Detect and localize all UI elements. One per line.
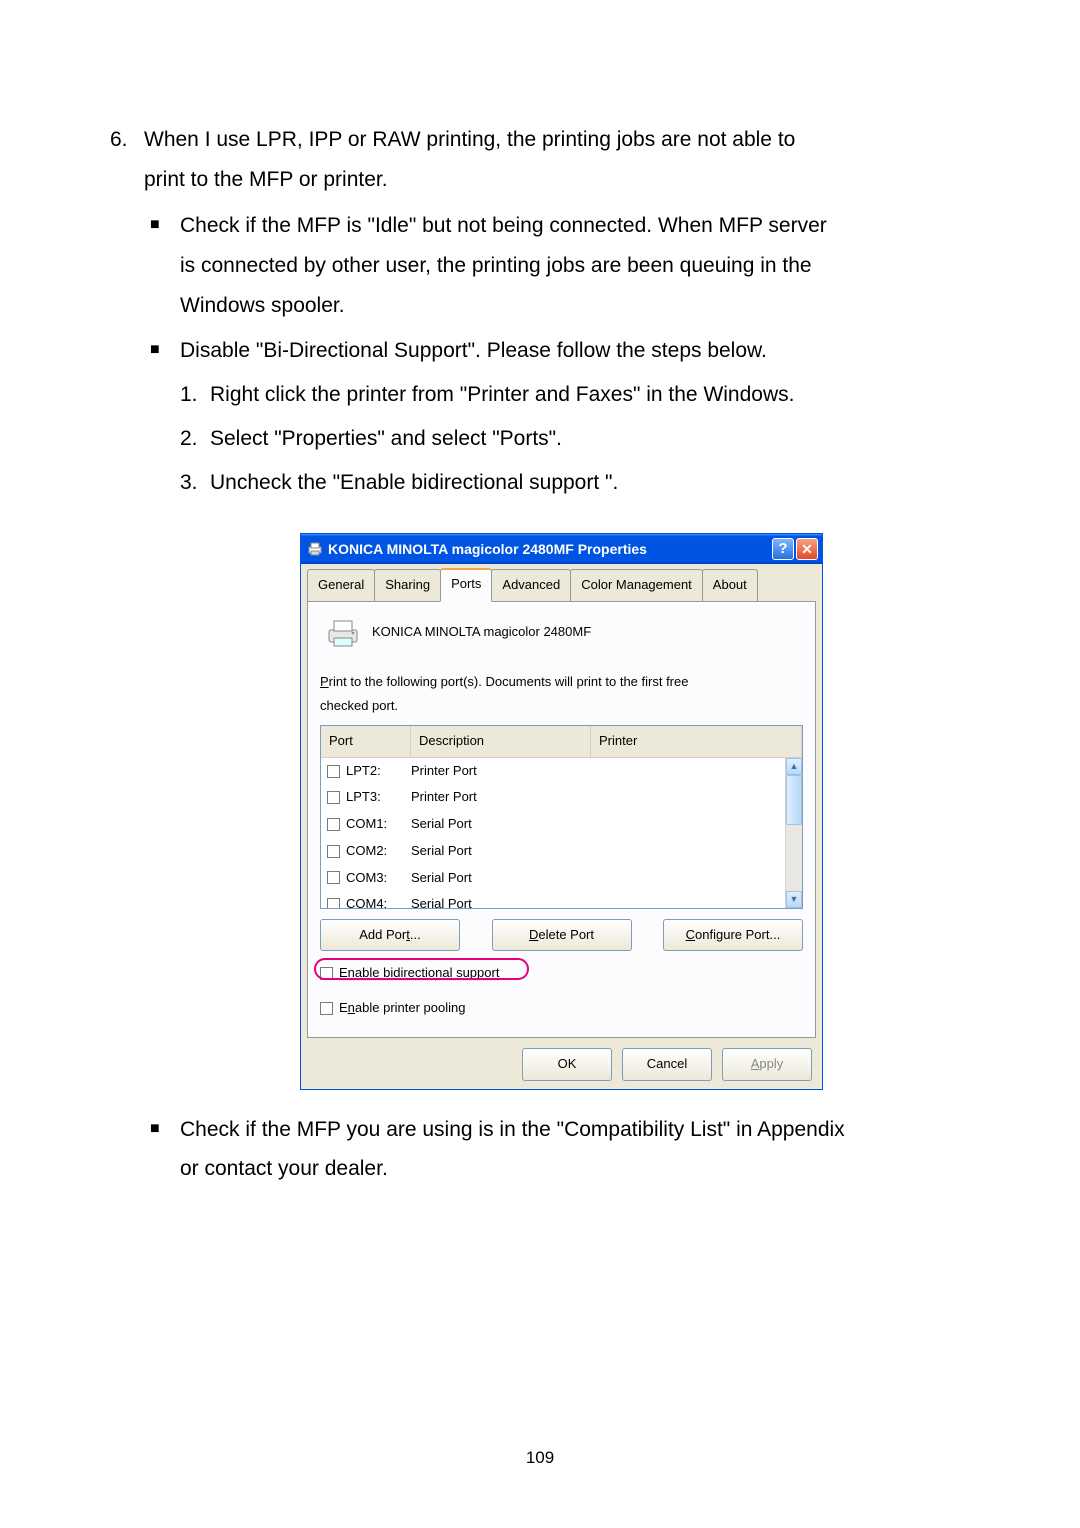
port-row[interactable]: LPT2:Printer Port: [321, 758, 802, 785]
square-bullet-icon: ■: [150, 1110, 180, 1190]
bullet1-l1: Check if the MFP is "Idle" but not being…: [180, 206, 827, 246]
step1: Right click the printer from "Printer an…: [210, 383, 794, 406]
checkbox-icon[interactable]: [327, 845, 340, 858]
tab-strip: General Sharing Ports Advanced Color Man…: [307, 569, 816, 602]
tab-about[interactable]: About: [702, 569, 758, 602]
printer-icon: [326, 618, 360, 648]
tab-advanced[interactable]: Advanced: [491, 569, 571, 602]
tab-sharing[interactable]: Sharing: [374, 569, 441, 602]
tab-panel-ports: KONICA MINOLTA magicolor 2480MF Print to…: [307, 601, 816, 1038]
close-button[interactable]: ✕: [796, 538, 818, 560]
col-port[interactable]: Port: [321, 726, 411, 757]
apply-button[interactable]: Apply: [722, 1048, 812, 1081]
checkbox-icon[interactable]: [327, 898, 340, 908]
scroll-down-icon[interactable]: ▼: [786, 891, 802, 908]
step1-num: 1.: [180, 375, 210, 415]
page-number: 109: [0, 1448, 1080, 1468]
ok-button[interactable]: OK: [522, 1048, 612, 1081]
checkbox-icon[interactable]: [327, 765, 340, 778]
checkbox-icon[interactable]: [327, 818, 340, 831]
question-text-l2: print to the MFP or printer.: [144, 160, 970, 200]
port-row[interactable]: COM2:Serial Port: [321, 838, 802, 865]
port-list: Port Description Printer LPT2:Printer Po…: [320, 725, 803, 909]
step3: Uncheck the "Enable bidirectional suppor…: [210, 471, 618, 494]
square-bullet-icon: ■: [150, 206, 180, 326]
bullet2: Disable "Bi-Directional Support". Please…: [180, 331, 767, 371]
printer-name-label: KONICA MINOLTA magicolor 2480MF: [372, 620, 591, 645]
bullet3-l2: or contact your dealer.: [180, 1149, 845, 1189]
enable-printer-pooling-checkbox-row[interactable]: Enable printer pooling: [320, 996, 803, 1021]
scroll-thumb[interactable]: [786, 775, 802, 825]
step2: Select "Properties" and select "Ports".: [210, 427, 562, 450]
tab-general[interactable]: General: [307, 569, 375, 602]
checkbox-icon[interactable]: [320, 1002, 333, 1015]
tab-color-management[interactable]: Color Management: [570, 569, 703, 602]
scrollbar[interactable]: ▲ ▼: [785, 758, 802, 908]
delete-port-button[interactable]: Delete Port: [492, 919, 632, 952]
bullet1-l3: Windows spooler.: [180, 286, 827, 326]
checkbox-icon[interactable]: [327, 871, 340, 884]
checkbox-icon[interactable]: [320, 967, 333, 980]
printer-app-icon: [307, 541, 323, 557]
bullet1-l2: is connected by other user, the printing…: [180, 246, 827, 286]
bullet3-l1: Check if the MFP you are using is in the…: [180, 1110, 845, 1150]
help-button[interactable]: ?: [772, 538, 794, 560]
dialog-title: KONICA MINOLTA magicolor 2480MF Properti…: [328, 536, 772, 563]
step3-num: 3.: [180, 463, 210, 503]
port-row[interactable]: COM1:Serial Port: [321, 811, 802, 838]
question-number: 6.: [110, 120, 144, 160]
checkbox-icon[interactable]: [327, 791, 340, 804]
square-bullet-icon: ■: [150, 331, 180, 371]
port-row[interactable]: LPT3:Printer Port: [321, 784, 802, 811]
step2-num: 2.: [180, 419, 210, 459]
cancel-button[interactable]: Cancel: [622, 1048, 712, 1081]
port-row[interactable]: COM3:Serial Port: [321, 865, 802, 892]
tab-ports[interactable]: Ports: [440, 568, 492, 602]
configure-port-button[interactable]: Configure Port...: [663, 919, 803, 952]
instructions-l2: checked port.: [320, 698, 398, 713]
port-row[interactable]: COM4:Serial Port: [321, 891, 802, 908]
enable-bidirectional-checkbox-row[interactable]: Enable bidirectional support: [320, 961, 803, 986]
enable-printer-pooling-label: Enable printer pooling: [339, 996, 465, 1021]
properties-dialog: KONICA MINOLTA magicolor 2480MF Properti…: [300, 533, 823, 1090]
col-printer[interactable]: Printer: [591, 726, 802, 757]
instructions-l1: Print to the following port(s). Document…: [320, 674, 688, 689]
col-description[interactable]: Description: [411, 726, 591, 757]
enable-bidirectional-label: Enable bidirectional support: [339, 961, 499, 986]
question-text-l1: When I use LPR, IPP or RAW printing, the…: [144, 128, 795, 151]
scroll-up-icon[interactable]: ▲: [786, 758, 802, 775]
add-port-button[interactable]: Add Port...: [320, 919, 460, 952]
titlebar[interactable]: KONICA MINOLTA magicolor 2480MF Properti…: [301, 534, 822, 564]
